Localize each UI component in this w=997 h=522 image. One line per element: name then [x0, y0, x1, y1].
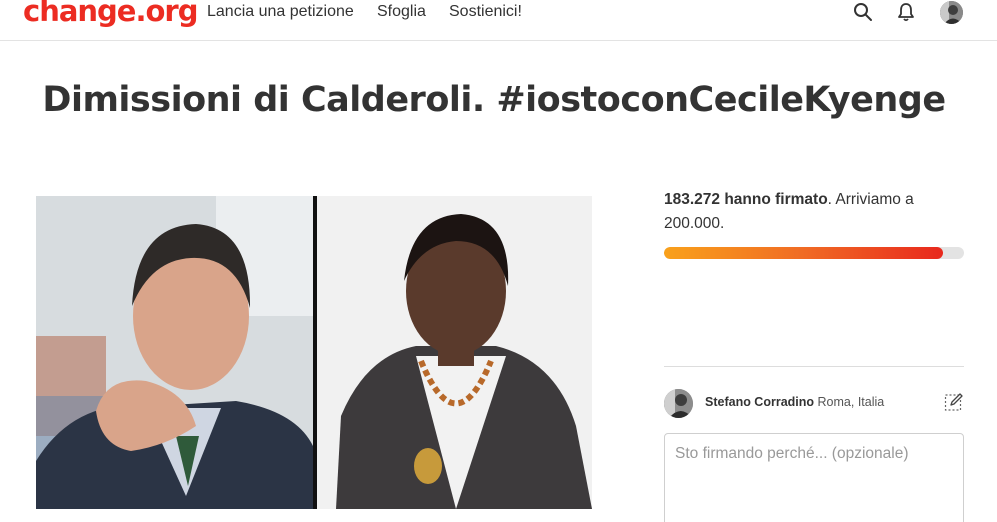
signing-reason-field[interactable]	[664, 433, 964, 522]
signer-location: Roma, Italia	[817, 395, 885, 409]
signer-name: Stefano Corradino	[705, 395, 815, 409]
divider	[664, 366, 964, 367]
signer-info: Stefano Corradino Roma, Italia	[705, 395, 884, 409]
signature-progress-bar	[664, 247, 964, 259]
petition-title: Dimissioni di Calderoli. #iostoconCecile…	[42, 80, 946, 120]
signature-status: 183.272 hanno firmato. Arriviamo a 200.0…	[664, 188, 954, 236]
signature-count: 183.272 hanno firmato	[664, 191, 828, 208]
top-navigation-bar: change.org Lancia una petizione Sfoglia …	[0, 0, 997, 41]
nav-browse[interactable]: Sfoglia	[377, 3, 426, 21]
signer-avatar	[664, 389, 693, 418]
nav-start-petition[interactable]: Lancia una petizione	[207, 3, 354, 21]
petition-photo	[36, 196, 592, 509]
edit-icon[interactable]	[944, 392, 964, 412]
bell-icon[interactable]	[896, 2, 916, 22]
signature-progress-fill	[664, 247, 943, 259]
search-icon[interactable]	[853, 2, 873, 22]
nav-support[interactable]: Sostienici!	[449, 3, 522, 21]
user-avatar[interactable]	[940, 1, 963, 24]
change-org-logo[interactable]: change.org	[23, 0, 198, 28]
